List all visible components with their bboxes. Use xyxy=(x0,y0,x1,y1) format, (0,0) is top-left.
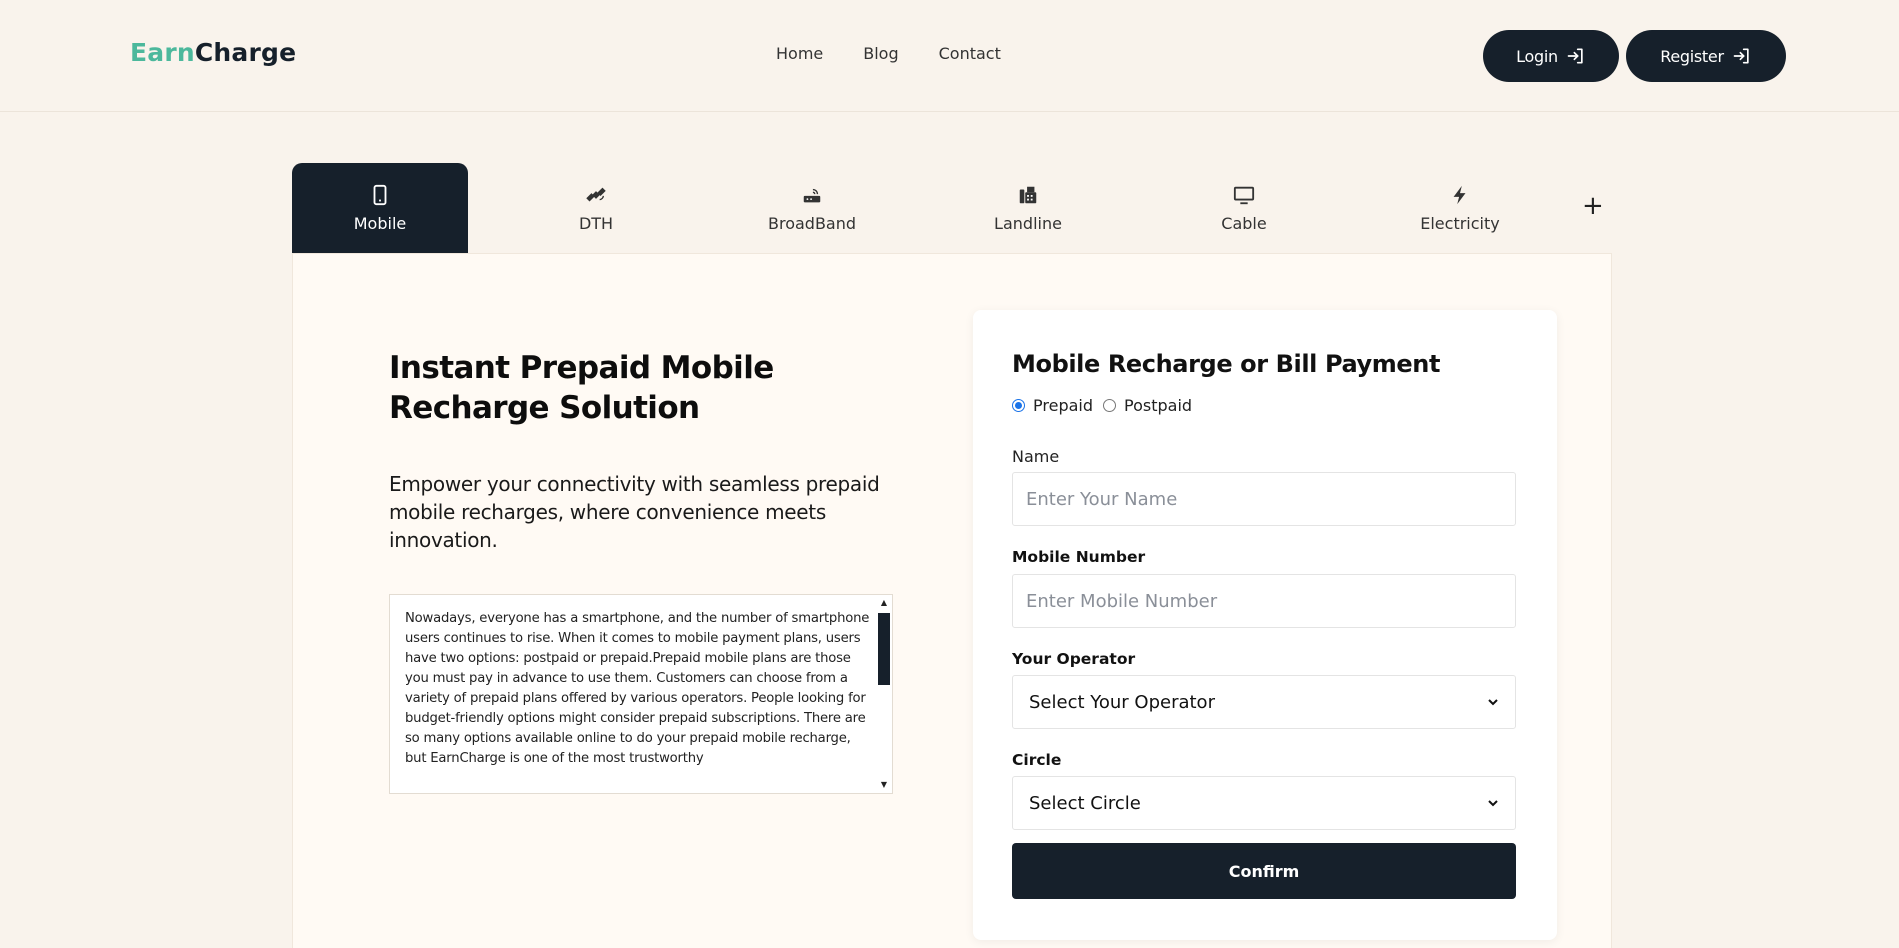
tab-label: Electricity xyxy=(1420,213,1500,233)
page-subtitle: Empower your connectivity with seamless … xyxy=(389,472,880,552)
logo-charge: Charge xyxy=(194,38,297,67)
tab-dth[interactable]: DTH xyxy=(508,163,684,253)
postpaid-radio[interactable] xyxy=(1103,399,1116,412)
mobile-number-label: Mobile Number xyxy=(1012,548,1146,566)
recharge-form: Mobile Recharge or Bill Payment Prepaid … xyxy=(973,310,1557,940)
logo[interactable]: EarnCharge xyxy=(130,38,296,67)
operator-selected-value: Select Your Operator xyxy=(1029,691,1215,713)
tab-label: Mobile xyxy=(353,213,407,233)
satellite-icon xyxy=(586,187,606,202)
mobile-number-input[interactable]: Enter Mobile Number xyxy=(1012,574,1516,628)
register-button[interactable]: Register xyxy=(1626,30,1786,82)
main-nav: Home Blog Contact xyxy=(776,44,1001,63)
info-scroll-box[interactable]: Nowadays, everyone has a smartphone, and… xyxy=(389,594,893,794)
sign-in-icon xyxy=(1733,48,1749,64)
prepaid-label[interactable]: Prepaid xyxy=(1033,396,1093,415)
tv-icon xyxy=(1233,186,1255,204)
tab-label: Landline xyxy=(994,213,1062,233)
name-label: Name xyxy=(1012,447,1060,466)
register-label: Register xyxy=(1660,46,1724,66)
info-text: Nowadays, everyone has a smartphone, and… xyxy=(405,611,870,766)
more-tabs-button[interactable]: + xyxy=(1582,191,1604,221)
mobile-phone-icon xyxy=(373,184,387,205)
tab-label: BroadBand xyxy=(767,213,857,233)
postpaid-label[interactable]: Postpaid xyxy=(1124,396,1192,415)
scrollbar-thumb[interactable] xyxy=(878,613,890,685)
chevron-down-icon xyxy=(1488,800,1498,807)
prepaid-radio[interactable] xyxy=(1012,399,1025,412)
lightning-icon xyxy=(1453,185,1466,204)
scroll-up-arrow-icon[interactable]: ▲ xyxy=(879,598,889,608)
router-icon xyxy=(803,188,821,202)
sign-in-icon xyxy=(1567,48,1583,64)
nav-home-link[interactable]: Home xyxy=(776,44,823,63)
nav-contact-link[interactable]: Contact xyxy=(939,44,1001,63)
circle-label: Circle xyxy=(1012,751,1062,769)
tab-cable[interactable]: Cable xyxy=(1156,163,1332,253)
confirm-button[interactable]: Confirm xyxy=(1012,843,1516,899)
name-input[interactable]: Enter Your Name xyxy=(1012,472,1516,526)
login-label: Login xyxy=(1516,46,1558,66)
service-tabs: Mobile DTH BroadBand Landline Cable Elec… xyxy=(292,163,1612,253)
tab-label: DTH xyxy=(578,213,614,233)
tab-broadband[interactable]: BroadBand xyxy=(724,163,900,253)
tab-mobile[interactable]: Mobile xyxy=(292,163,468,253)
nav-blog-link[interactable]: Blog xyxy=(863,44,898,63)
page-title: Instant Prepaid Mobile Recharge Solution xyxy=(389,350,774,426)
mobile-number-placeholder: Enter Mobile Number xyxy=(1026,590,1218,612)
logo-earn: Earn xyxy=(130,38,195,67)
scroll-down-arrow-icon[interactable]: ▼ xyxy=(879,780,889,790)
content-panel: Instant Prepaid Mobile Recharge Solution… xyxy=(292,253,1612,948)
tab-landline[interactable]: Landline xyxy=(940,163,1116,253)
circle-select[interactable]: Select Circle xyxy=(1012,776,1516,830)
fax-phone-icon xyxy=(1019,186,1037,203)
operator-select[interactable]: Select Your Operator xyxy=(1012,675,1516,729)
login-button[interactable]: Login xyxy=(1483,30,1619,82)
chevron-down-icon xyxy=(1488,699,1498,706)
operator-label: Your Operator xyxy=(1012,650,1136,668)
tab-label: Cable xyxy=(1221,213,1267,233)
tab-electricity[interactable]: Electricity xyxy=(1372,163,1548,253)
circle-selected-value: Select Circle xyxy=(1029,792,1141,814)
form-title: Mobile Recharge or Bill Payment xyxy=(1012,350,1441,378)
scrollbar[interactable]: ▲ ▼ xyxy=(876,595,892,793)
plan-type-radios: Prepaid Postpaid xyxy=(1012,396,1192,415)
header: EarnCharge Home Blog Contact Login Regis… xyxy=(0,0,1899,112)
name-placeholder: Enter Your Name xyxy=(1026,488,1178,510)
